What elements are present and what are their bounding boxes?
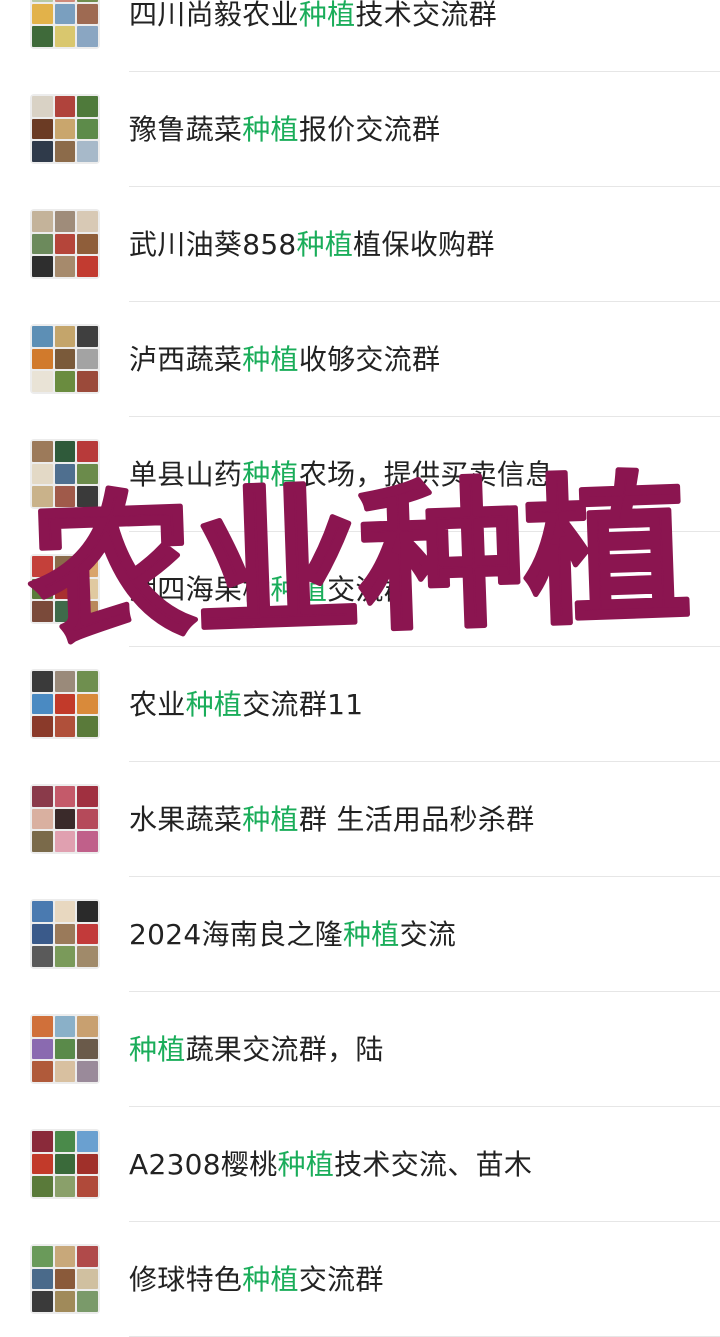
group-name: 四川尚毅农业种植技术交流群 (129, 0, 497, 31)
group-list-item[interactable]: 种植蔬果交流群，陆 (0, 992, 720, 1107)
group-avatar (30, 784, 100, 854)
group-list-item[interactable]: 单县山药种植农场，提供买卖信息 (0, 417, 720, 532)
keyword-highlight: 种植 (242, 343, 299, 376)
group-list-item[interactable]: 四川尚毅农业种植技术交流群 (0, 0, 720, 72)
group-avatar (30, 1129, 100, 1199)
group-avatar (30, 324, 100, 394)
group-avatar (30, 94, 100, 164)
group-avatar (30, 1244, 100, 1314)
group-list-item[interactable]: 武川油葵858种植植保收购群 (0, 187, 720, 302)
group-avatar (30, 554, 100, 624)
group-name: 2024海南良之隆种植交流 (129, 918, 457, 951)
keyword-highlight: 种植 (242, 458, 299, 491)
group-name: 豫鲁蔬菜种植报价交流群 (129, 113, 441, 146)
group-list-item[interactable]: 农业种植交流群11 (0, 647, 720, 762)
group-avatar (30, 209, 100, 279)
group-list-item[interactable]: 泸西蔬菜种植收够交流群 (0, 302, 720, 417)
group-list-item[interactable]: 豫鲁蔬菜种植报价交流群 (0, 72, 720, 187)
group-avatar (30, 899, 100, 969)
group-list-item[interactable]: A2308樱桃种植技术交流、苗木 (0, 1107, 720, 1222)
keyword-highlight: 种植 (129, 1033, 186, 1066)
keyword-highlight: 种植 (296, 228, 354, 261)
keyword-highlight: 种植 (270, 573, 328, 606)
group-name: 泸西蔬菜种植收够交流群 (129, 343, 441, 376)
keyword-highlight: 种植 (242, 803, 299, 836)
keyword-highlight: 种植 (277, 1148, 335, 1181)
group-name: 单县山药种植农场，提供买卖信息 (129, 458, 554, 491)
keyword-highlight: 种植 (342, 918, 400, 951)
group-name: A2308樱桃种植技术交流、苗木 (129, 1148, 533, 1181)
group-search-results: 四川尚毅农业种植技术交流群 豫鲁蔬菜种植报价交流群 武川油葵858种植植保收购群… (0, 0, 720, 1337)
keyword-highlight: 种植 (185, 688, 243, 721)
group-list-item[interactable]: 湖四海果树种植交流群 (0, 532, 720, 647)
group-name: 水果蔬菜种植群 生活用品秒杀群 (129, 803, 535, 836)
keyword-highlight: 种植 (298, 0, 356, 31)
group-name: 种植蔬果交流群，陆 (129, 1033, 384, 1066)
group-list-item[interactable]: 2024海南良之隆种植交流 (0, 877, 720, 992)
group-avatar (30, 1014, 100, 1084)
group-list-item[interactable]: 水果蔬菜种植群 生活用品秒杀群 (0, 762, 720, 877)
group-avatar (30, 439, 100, 509)
group-name: 武川油葵858种植植保收购群 (129, 228, 495, 261)
keyword-highlight: 种植 (242, 113, 299, 146)
group-avatar (30, 0, 100, 49)
group-name: 湖四海果树种植交流群 (129, 573, 413, 606)
group-name: 农业种植交流群11 (129, 688, 364, 721)
group-avatar (30, 669, 100, 739)
